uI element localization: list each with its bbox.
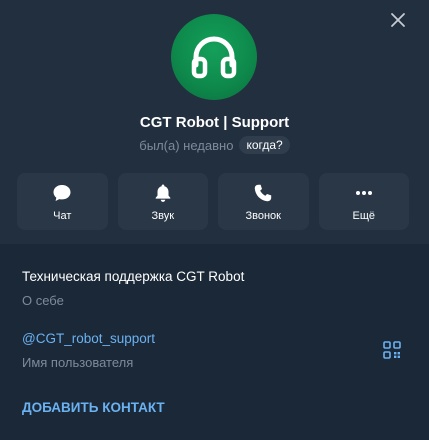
qr-code-button[interactable] — [382, 340, 402, 360]
more-dots-icon — [354, 182, 374, 204]
profile-header: CGT Robot | Support был(а) недавно когда… — [0, 0, 429, 244]
qr-code-icon — [383, 341, 401, 359]
close-icon — [391, 13, 405, 27]
bio-caption: О себе — [22, 293, 64, 308]
sound-button[interactable]: Звук — [117, 173, 208, 230]
headphones-icon — [191, 36, 237, 79]
more-button[interactable]: Ещё — [318, 173, 409, 230]
chat-bubble-icon — [52, 182, 72, 204]
avatar — [171, 14, 257, 100]
status-row: был(а) недавно когда? — [0, 136, 429, 154]
last-seen-status: был(а) недавно — [139, 137, 234, 153]
username-caption: Имя пользователя — [22, 355, 134, 370]
chat-button[interactable]: Чат — [17, 173, 108, 230]
sound-button-label: Звук — [151, 209, 175, 222]
username-link[interactable]: @CGT_robot_support — [22, 331, 155, 346]
phone-icon — [253, 182, 273, 204]
more-button-label: Ещё — [352, 209, 375, 222]
bio-text: Техническая поддержка CGT Robot — [22, 269, 245, 284]
info-section: Техническая поддержка CGT Robot О себе @… — [0, 244, 429, 440]
profile-name: CGT Robot | Support — [139, 114, 290, 131]
call-button[interactable]: Звонок — [218, 173, 309, 230]
chat-button-label: Чат — [53, 209, 72, 222]
action-bar: Чат Звук Звонок Ещё — [17, 173, 409, 230]
close-button[interactable] — [384, 6, 412, 34]
call-button-label: Звонок — [245, 209, 282, 222]
bell-icon — [153, 182, 173, 204]
when-badge[interactable]: когда? — [239, 136, 290, 154]
add-contact-button[interactable]: ДОБАВИТЬ КОНТАКТ — [22, 400, 165, 415]
